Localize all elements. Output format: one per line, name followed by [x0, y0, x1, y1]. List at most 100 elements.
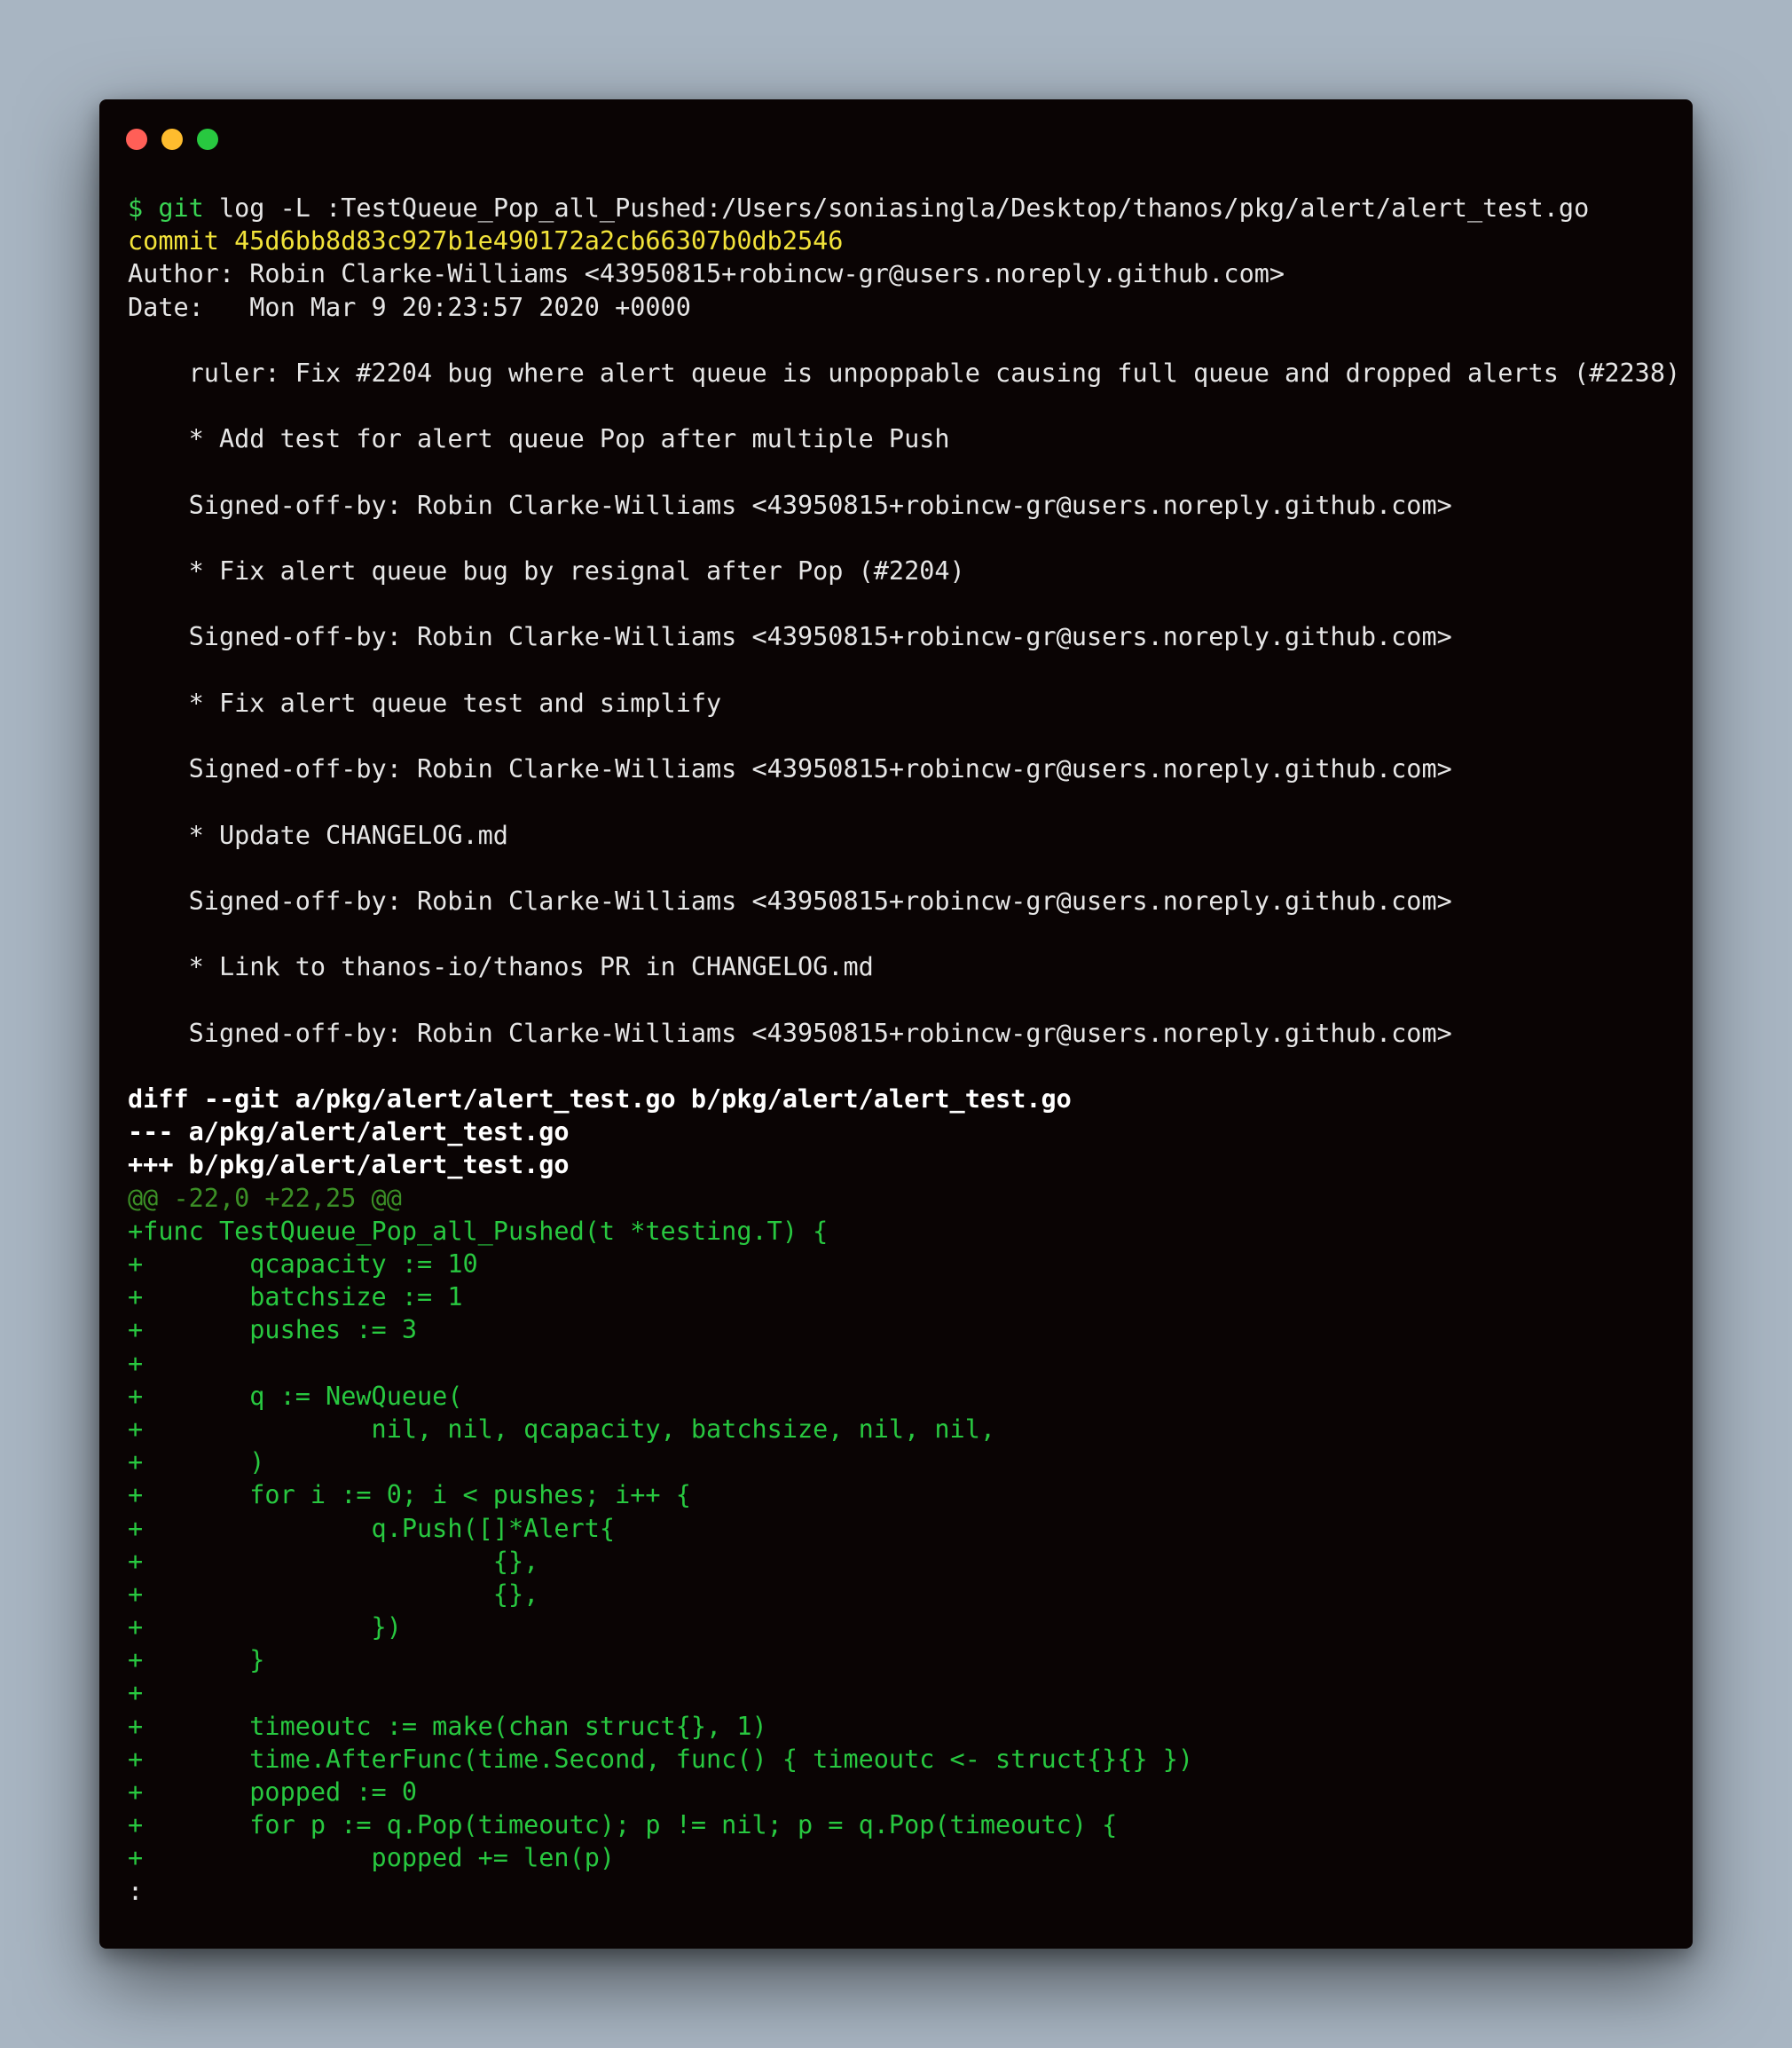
- terminal-text: --- a/pkg/alert/alert_test.go: [128, 1117, 570, 1147]
- terminal-line: + q.Push([]*Alert{: [128, 1512, 1675, 1545]
- terminal-window: $ git log -L :TestQueue_Pop_all_Pushed:/…: [99, 99, 1693, 1949]
- terminal-text: + for i := 0; i < pushes; i++ {: [128, 1480, 691, 1510]
- terminal-line: --- a/pkg/alert/alert_test.go: [128, 1115, 1675, 1148]
- terminal-text: + popped := 0: [128, 1777, 418, 1807]
- terminal-text: + q := NewQueue(: [128, 1381, 463, 1411]
- terminal-line: + timeoutc := make(chan struct{}, 1): [128, 1710, 1675, 1743]
- terminal-text: :: [128, 1876, 144, 1906]
- terminal-text: * Update CHANGELOG.md: [128, 820, 508, 850]
- terminal-line: +: [128, 1676, 1675, 1709]
- minimize-button[interactable]: [161, 129, 183, 150]
- terminal-text: * Link to thanos-io/thanos PR in CHANGEL…: [128, 952, 874, 982]
- terminal-text: Signed-off-by: Robin Clarke-Williams <43…: [128, 622, 1452, 652]
- terminal-line: + batchsize := 1: [128, 1280, 1675, 1313]
- terminal-text: commit 45d6bb8d83c927b1e490172a2cb66307b…: [128, 226, 844, 256]
- terminal-line: * Update CHANGELOG.md: [128, 819, 1675, 852]
- terminal-line: + {},: [128, 1578, 1675, 1611]
- terminal-text: Date: Mon Mar 9 20:23:57 2020 +0000: [128, 292, 691, 322]
- terminal-line: commit 45d6bb8d83c927b1e490172a2cb66307b…: [128, 224, 1675, 257]
- terminal-line: + pushes := 3: [128, 1313, 1675, 1346]
- terminal-line: $ git log -L :TestQueue_Pop_all_Pushed:/…: [128, 192, 1675, 224]
- terminal-text: Signed-off-by: Robin Clarke-Williams <43…: [128, 754, 1452, 784]
- zoom-button[interactable]: [197, 129, 218, 150]
- terminal-text: + nil, nil, qcapacity, batchsize, nil, n…: [128, 1414, 996, 1444]
- terminal-text: * Fix alert queue test and simplify: [128, 688, 722, 718]
- terminal-line: * Link to thanos-io/thanos PR in CHANGEL…: [128, 950, 1675, 983]
- terminal-text: + timeoutc := make(chan struct{}, 1): [128, 1711, 767, 1741]
- terminal-text: + }): [128, 1612, 402, 1642]
- terminal-text: +++ b/pkg/alert/alert_test.go: [128, 1150, 570, 1180]
- close-button[interactable]: [126, 129, 147, 150]
- terminal-text: Author: Robin Clarke-Williams <43950815+…: [128, 259, 1285, 289]
- terminal-line: + qcapacity := 10: [128, 1248, 1675, 1280]
- terminal-text: +func TestQueue_Pop_all_Pushed(t *testin…: [128, 1216, 829, 1246]
- terminal-line: + }): [128, 1611, 1675, 1643]
- terminal-line: +func TestQueue_Pop_all_Pushed(t *testin…: [128, 1215, 1675, 1248]
- terminal-line: @@ -22,0 +22,25 @@: [128, 1182, 1675, 1215]
- terminal-text: +: [128, 1678, 144, 1708]
- terminal-text: + }: [128, 1645, 265, 1675]
- terminal-line: ruler: Fix #2204 bug where alert queue i…: [128, 357, 1681, 390]
- terminal-line: Signed-off-by: Robin Clarke-Williams <43…: [128, 885, 1675, 918]
- terminal-text: Signed-off-by: Robin Clarke-Williams <43…: [128, 490, 1452, 520]
- terminal-line: +++ b/pkg/alert/alert_test.go: [128, 1148, 1675, 1181]
- terminal-line: :: [128, 1875, 1675, 1908]
- terminal-text: log -L :TestQueue_Pop_all_Pushed:/Users/…: [203, 193, 1590, 223]
- terminal-line: * Fix alert queue bug by resignal after …: [128, 555, 1675, 587]
- terminal-text: + {},: [128, 1579, 539, 1609]
- terminal-line: + popped += len(p): [128, 1841, 1675, 1874]
- terminal-line: * Add test for alert queue Pop after mul…: [128, 422, 1675, 455]
- terminal-line: + ): [128, 1445, 1675, 1478]
- terminal-line: Signed-off-by: Robin Clarke-Williams <43…: [128, 620, 1675, 653]
- terminal-line: Signed-off-by: Robin Clarke-Williams <43…: [128, 1017, 1675, 1050]
- terminal-text: + ): [128, 1447, 265, 1477]
- terminal-text: + {},: [128, 1546, 539, 1576]
- terminal-line: + for p := q.Pop(timeoutc); p != nil; p …: [128, 1808, 1675, 1841]
- terminal-text: Signed-off-by: Robin Clarke-Williams <43…: [128, 886, 1452, 916]
- terminal-line: +: [128, 1347, 1675, 1380]
- terminal-line: * Fix alert queue test and simplify: [128, 687, 1675, 720]
- terminal-text: @@ -22,0 +22,25 @@: [128, 1183, 402, 1213]
- terminal-text: + q.Push([]*Alert{: [128, 1513, 616, 1543]
- terminal-text: * Add test for alert queue Pop after mul…: [128, 424, 950, 454]
- terminal-text: +: [128, 1348, 144, 1378]
- terminal-line: Signed-off-by: Robin Clarke-Williams <43…: [128, 489, 1675, 522]
- terminal-line: Date: Mon Mar 9 20:23:57 2020 +0000: [128, 291, 1675, 324]
- terminal-line: + {},: [128, 1545, 1675, 1578]
- terminal-line: diff --git a/pkg/alert/alert_test.go b/p…: [128, 1083, 1675, 1115]
- terminal-text: + pushes := 3: [128, 1315, 418, 1345]
- terminal-text: + time.AfterFunc(time.Second, func() { t…: [128, 1744, 1194, 1774]
- terminal-text: diff --git a/pkg/alert/alert_test.go b/p…: [128, 1084, 1072, 1115]
- terminal-text: * Fix alert queue bug by resignal after …: [128, 556, 965, 587]
- terminal-text: + for p := q.Pop(timeoutc); p != nil; p …: [128, 1810, 1118, 1840]
- terminal-line: Author: Robin Clarke-Williams <43950815+…: [128, 257, 1675, 290]
- terminal-line: + popped := 0: [128, 1776, 1675, 1808]
- terminal-text: Signed-off-by: Robin Clarke-Williams <43…: [128, 1018, 1452, 1048]
- terminal-text: + batchsize := 1: [128, 1282, 463, 1312]
- terminal-line: Signed-off-by: Robin Clarke-Williams <43…: [128, 752, 1675, 785]
- terminal-text: git: [158, 193, 204, 223]
- terminal-text: $: [128, 193, 159, 223]
- terminal-text: + popped += len(p): [128, 1843, 616, 1873]
- terminal-line: + }: [128, 1643, 1675, 1676]
- terminal-line: + nil, nil, qcapacity, batchsize, nil, n…: [128, 1413, 1675, 1445]
- terminal-line: + time.AfterFunc(time.Second, func() { t…: [128, 1743, 1675, 1776]
- terminal-text: ruler: Fix #2204 bug where alert queue i…: [128, 358, 1681, 388]
- window-controls: [126, 129, 218, 150]
- terminal-output[interactable]: $ git log -L :TestQueue_Pop_all_Pushed:/…: [128, 192, 1681, 1908]
- terminal-line: + for i := 0; i < pushes; i++ {: [128, 1478, 1675, 1511]
- terminal-line: + q := NewQueue(: [128, 1380, 1675, 1413]
- terminal-text: + qcapacity := 10: [128, 1249, 478, 1279]
